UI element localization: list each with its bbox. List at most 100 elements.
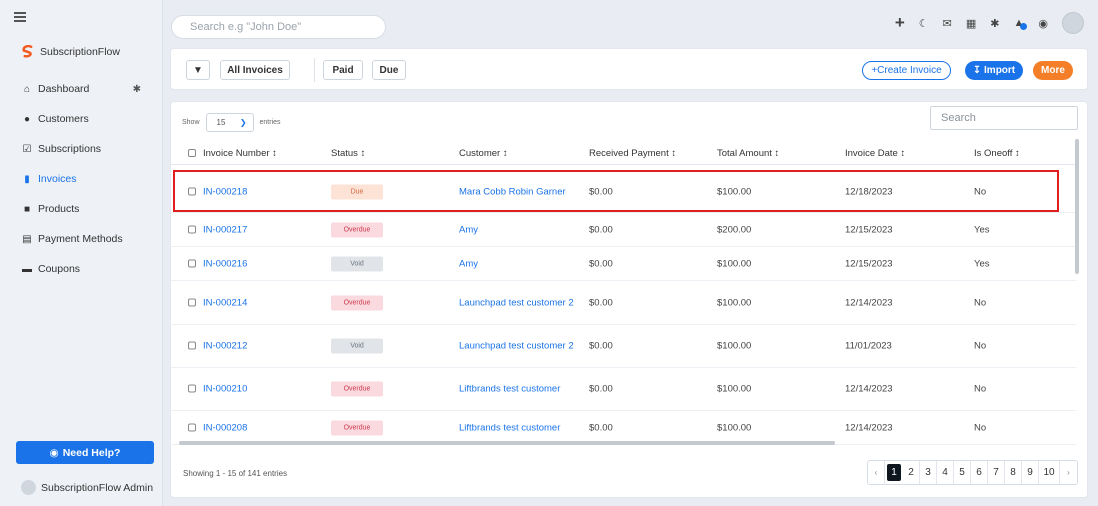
invoice-number-cell[interactable]: IN-000217 <box>188 224 247 235</box>
header-received-payment[interactable]: Received Payment ↕ <box>589 148 676 159</box>
header-invoice-number[interactable]: Invoice Number ↕ <box>188 148 277 159</box>
more-button[interactable]: More <box>1033 61 1073 80</box>
header-label: Invoice Number ↕ <box>203 148 277 159</box>
vertical-scrollbar[interactable] <box>1075 139 1079 274</box>
global-search-input[interactable]: Search e.g "John Doe" <box>171 15 386 39</box>
paid-filter-button[interactable]: Paid <box>323 60 363 80</box>
invoice-number-link[interactable]: IN-000214 <box>203 297 247 308</box>
invoice-number-cell[interactable]: IN-000214 <box>188 297 247 308</box>
table-search-input[interactable]: Search <box>930 106 1078 130</box>
header-status[interactable]: Status ↕ <box>331 148 365 159</box>
due-filter-button[interactable]: Due <box>372 60 406 80</box>
pagination-page-4[interactable]: 4 <box>937 461 954 484</box>
sidebar-item-customers[interactable]: ● Customers <box>0 104 163 134</box>
table-row[interactable]: IN-000217 Overdue Amy $0.00 $200.00 12/15/202… <box>171 213 1076 247</box>
all-invoices-button[interactable]: All Invoices <box>220 60 290 80</box>
settings-icon[interactable]: ✱ <box>990 17 999 30</box>
table-row[interactable]: IN-000210 Overdue Liftbrands test customer… <box>171 368 1076 411</box>
pagination-page-6[interactable]: 6 <box>971 461 988 484</box>
avatar[interactable] <box>1062 12 1084 34</box>
invoice-number-cell[interactable]: IN-000208 <box>188 422 247 433</box>
support-icon[interactable]: ◉ <box>1038 17 1048 30</box>
table-row[interactable]: IN-000216 Void Amy $0.00 $100.00 12/15/2023 Ye… <box>171 247 1076 281</box>
home-icon: ⌂ <box>23 83 31 95</box>
paid-label: Paid <box>332 64 354 76</box>
table-row[interactable]: IN-000214 Overdue Launchpad test customer … <box>171 281 1076 325</box>
header-customer[interactable]: Customer ↕ <box>459 148 508 159</box>
row-checkbox[interactable] <box>188 341 196 350</box>
pagination-page-1[interactable]: 1 <box>887 464 901 481</box>
pagination-page-10[interactable]: 10 <box>1039 461 1060 484</box>
invoice-number-link[interactable]: IN-000210 <box>203 384 247 395</box>
sidebar-item-dashboard[interactable]: ⌂ Dashboard ✱ <box>0 74 163 104</box>
import-button[interactable]: ↧ Import <box>965 61 1023 80</box>
header-is-oneoff[interactable]: Is Oneoff ↕ <box>974 148 1020 159</box>
pagination-page-9[interactable]: 9 <box>1022 461 1039 484</box>
pagination-next-button[interactable]: › <box>1060 461 1077 484</box>
customer-link[interactable]: Liftbrands test customer <box>459 384 560 395</box>
filter-button[interactable]: ▼ <box>186 60 210 80</box>
download-icon: ↧ <box>972 65 982 76</box>
plus-icon[interactable]: + <box>895 13 905 33</box>
row-checkbox[interactable] <box>188 225 196 233</box>
mail-icon[interactable]: ✉ <box>943 17 952 30</box>
entries-select[interactable]: 15 ❯ <box>205 113 254 132</box>
row-checkbox[interactable] <box>188 187 196 195</box>
sidebar-item-payment-methods[interactable]: ▤ Payment Methods <box>0 224 163 254</box>
pagination-page-3[interactable]: 3 <box>920 461 937 484</box>
pagination-prev-button[interactable]: ‹ <box>868 461 885 484</box>
customer-link[interactable]: Amy <box>459 224 478 235</box>
customer-link[interactable]: Amy <box>459 258 478 269</box>
invoice-number-link[interactable]: IN-000216 <box>203 258 247 269</box>
invoice-number-cell[interactable]: IN-000212 <box>188 341 247 352</box>
sidebar-item-subscriptions[interactable]: ☑ Subscriptions <box>0 134 163 164</box>
row-checkbox[interactable] <box>188 384 196 393</box>
sidebar-item-products[interactable]: ■ Products <box>0 194 163 224</box>
invoice-date-cell: 12/14/2023 <box>845 383 893 395</box>
customer-link[interactable]: Launchpad test customer 2 <box>459 297 574 308</box>
invoice-number-link[interactable]: IN-000212 <box>203 341 247 352</box>
calendar-icon[interactable]: ▦ <box>966 17 976 30</box>
admin-profile[interactable]: SubscriptionFlow Admin <box>21 480 153 495</box>
pagination-page-7[interactable]: 7 <box>988 461 1005 484</box>
header-total-amount[interactable]: Total Amount ↕ <box>717 148 779 159</box>
row-checkbox[interactable] <box>188 423 196 431</box>
brand[interactable]: SubscriptionFlow <box>21 45 120 58</box>
invoice-number-cell[interactable]: IN-000218 <box>188 186 247 197</box>
status-cell: Overdue <box>331 420 383 435</box>
invoice-number-link[interactable]: IN-000217 <box>203 224 247 235</box>
sidebar-item-coupons[interactable]: ▬ Coupons <box>0 254 163 284</box>
table-row[interactable]: IN-000208 Overdue Liftbrands test customer… <box>171 411 1076 445</box>
horizontal-scrollbar[interactable] <box>179 441 835 445</box>
need-help-button[interactable]: ◉ Need Help? <box>16 441 154 464</box>
hamburger-menu-icon[interactable] <box>14 12 26 22</box>
customer-link[interactable]: Launchpad test customer 2 <box>459 341 574 352</box>
bell-icon[interactable]: ▲ <box>1014 17 1028 30</box>
pagination-page-2[interactable]: 2 <box>903 461 920 484</box>
pagination-page-8[interactable]: 8 <box>1005 461 1022 484</box>
invoice-date-cell: 12/18/2023 <box>845 186 893 197</box>
customer-link[interactable]: Liftbrands test customer <box>459 422 560 433</box>
entries-value: 15 <box>216 118 226 127</box>
table-row[interactable]: IN-000218 Due Mara Cobb Robin Garner $0.00 $… <box>171 171 1076 213</box>
is-oneoff-cell: No <box>974 340 987 352</box>
pagination-page-5[interactable]: 5 <box>954 461 971 484</box>
status-cell: Void <box>331 256 383 271</box>
show-label: Show <box>182 119 200 126</box>
invoice-number-cell[interactable]: IN-000216 <box>188 258 247 269</box>
gear-icon[interactable]: ✱ <box>133 84 141 95</box>
row-checkbox[interactable] <box>188 259 196 267</box>
header-invoice-date[interactable]: Invoice Date ↕ <box>845 148 905 159</box>
invoice-number-link[interactable]: IN-000208 <box>203 422 247 433</box>
is-oneoff-cell: No <box>974 186 987 197</box>
invoice-number-link[interactable]: IN-000218 <box>203 186 247 197</box>
moon-icon[interactable]: ☾ <box>919 17 929 30</box>
invoice-date-cell: 12/15/2023 <box>845 224 893 235</box>
sidebar-item-invoices[interactable]: ▮ Invoices <box>0 164 163 194</box>
create-invoice-button[interactable]: +Create Invoice <box>862 61 951 80</box>
table-row[interactable]: IN-000212 Void Launchpad test customer 2 $0… <box>171 325 1076 368</box>
row-checkbox[interactable] <box>188 298 196 306</box>
customer-link[interactable]: Mara Cobb Robin Garner <box>459 186 566 197</box>
invoice-number-cell[interactable]: IN-000210 <box>188 384 247 395</box>
select-all-checkbox[interactable] <box>188 149 196 157</box>
